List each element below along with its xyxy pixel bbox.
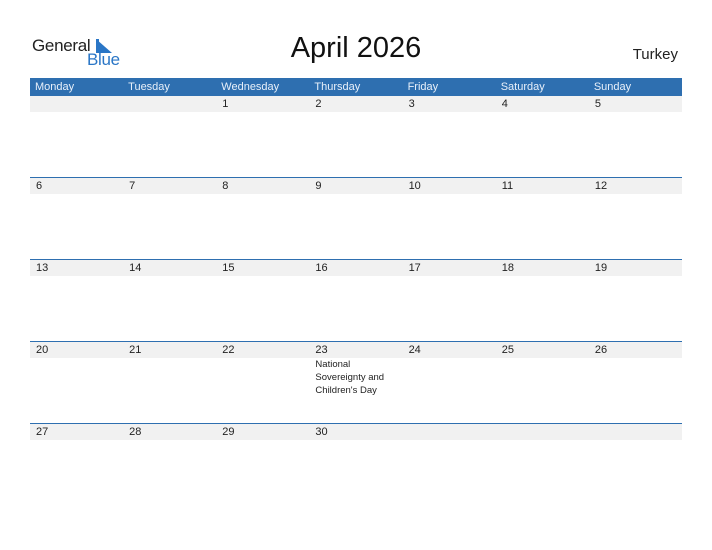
week-cells: 6 7 8 9 10 11 12 xyxy=(30,178,682,194)
day-number: 23 xyxy=(315,344,328,356)
weekday-monday: Monday xyxy=(35,81,75,93)
day-number: 29 xyxy=(222,426,235,438)
weekday-friday: Friday xyxy=(407,81,439,93)
day-cell: 16 xyxy=(309,260,402,276)
day-cell: 22 xyxy=(216,342,309,397)
day-cell: 9 xyxy=(309,178,402,194)
day-cell: 8 xyxy=(216,178,309,194)
day-cell xyxy=(403,424,496,440)
day-cell: 20 xyxy=(30,342,123,397)
week-row: 6 7 8 9 10 11 12 xyxy=(30,177,682,259)
day-cell: 30 xyxy=(309,424,402,440)
weekday-wednesday: Wednesday xyxy=(221,81,280,93)
day-cell: 29 xyxy=(216,424,309,440)
day-cell: 27 xyxy=(30,424,123,440)
day-number: 27 xyxy=(36,426,49,438)
weeks-container: 1 2 3 4 5 6 7 8 9 10 11 12 13 14 15 16 17 18 19 20 21 22 23 Nat… xyxy=(30,96,682,505)
day-number: 5 xyxy=(594,98,601,110)
day-number: 6 xyxy=(36,180,43,192)
calendar-title: April 2026 xyxy=(290,32,422,64)
week-row: 20 21 22 23 National Sovereignty and Childre… xyxy=(30,341,682,423)
day-number: 9 xyxy=(315,180,322,192)
weekday-thursday: Thursday xyxy=(314,81,361,93)
day-number: 21 xyxy=(129,344,142,356)
day-number: 13 xyxy=(36,262,49,274)
day-cell: 15 xyxy=(216,260,309,276)
day-cell: 11 xyxy=(496,178,589,194)
day-number: 15 xyxy=(222,262,235,274)
day-number xyxy=(129,96,216,112)
day-number: 1 xyxy=(222,98,229,110)
weekday-sunday: Sunday xyxy=(593,81,632,93)
day-cell: 28 xyxy=(123,424,216,440)
day-number: 18 xyxy=(501,262,514,274)
day-cell: 19 xyxy=(589,260,682,276)
day-cell: 21 xyxy=(123,342,216,397)
day-number xyxy=(595,424,682,440)
day-cell: 23 National Sovereignty and Children's Da… xyxy=(309,342,402,397)
day-cell: 18 xyxy=(496,260,589,276)
day-number xyxy=(409,424,496,440)
day-cell: 26 xyxy=(589,342,682,397)
weekday-saturday: Saturday xyxy=(500,81,545,93)
day-cell xyxy=(496,424,589,440)
day-number: 28 xyxy=(129,426,142,438)
day-number: 24 xyxy=(408,344,421,356)
day-cell: 6 xyxy=(30,178,123,194)
day-number: 7 xyxy=(129,180,136,192)
calendar-grid: Monday Tuesday Wednesday Thursday Friday… xyxy=(30,78,682,505)
day-cell: 25 xyxy=(496,342,589,397)
day-number: 16 xyxy=(315,262,328,274)
day-cell: 12 xyxy=(589,178,682,194)
day-number: 8 xyxy=(222,180,229,192)
day-cell xyxy=(123,96,216,112)
week-cells: 27 28 29 30 xyxy=(30,424,682,440)
day-cell: 17 xyxy=(403,260,496,276)
country-label: Turkey xyxy=(632,46,678,63)
week-row: 27 28 29 30 xyxy=(30,423,682,505)
day-number: 12 xyxy=(594,180,608,192)
week-cells: 1 2 3 4 5 xyxy=(30,96,682,112)
holiday-event: National Sovereignty and Children's Day xyxy=(315,359,385,396)
day-number: 25 xyxy=(501,344,514,356)
day-number xyxy=(502,424,589,440)
day-cell: 10 xyxy=(403,178,496,194)
day-number: 26 xyxy=(594,344,608,356)
day-number: 19 xyxy=(594,262,608,274)
day-cell: 1 xyxy=(216,96,309,112)
day-number xyxy=(36,96,123,112)
day-cell: 4 xyxy=(496,96,589,112)
day-number: 2 xyxy=(315,98,322,110)
weekday-tuesday: Tuesday xyxy=(128,81,170,93)
day-cell: 7 xyxy=(123,178,216,194)
day-number: 14 xyxy=(129,262,142,274)
day-cell: 5 xyxy=(589,96,682,112)
day-number: 10 xyxy=(408,180,421,192)
day-number: 3 xyxy=(408,98,415,110)
day-cell: 14 xyxy=(123,260,216,276)
week-cells: 20 21 22 23 National Sovereignty and Childre… xyxy=(30,342,682,397)
day-cell: 2 xyxy=(309,96,402,112)
week-row: 13 14 15 16 17 18 19 xyxy=(30,259,682,341)
day-cell xyxy=(589,424,682,440)
day-number: 20 xyxy=(36,344,49,356)
day-cell: 13 xyxy=(30,260,123,276)
day-number: 30 xyxy=(315,426,328,438)
day-cell: 24 xyxy=(403,342,496,397)
day-number: 17 xyxy=(408,262,421,274)
day-cell: 3 xyxy=(403,96,496,112)
day-number: 22 xyxy=(222,344,235,356)
week-row: 1 2 3 4 5 xyxy=(30,96,682,177)
weekday-header-row: Monday Tuesday Wednesday Thursday Friday… xyxy=(30,78,682,96)
day-cell xyxy=(30,96,123,112)
day-number: 4 xyxy=(501,98,508,110)
week-cells: 13 14 15 16 17 18 19 xyxy=(30,260,682,276)
day-number: 11 xyxy=(501,180,514,192)
